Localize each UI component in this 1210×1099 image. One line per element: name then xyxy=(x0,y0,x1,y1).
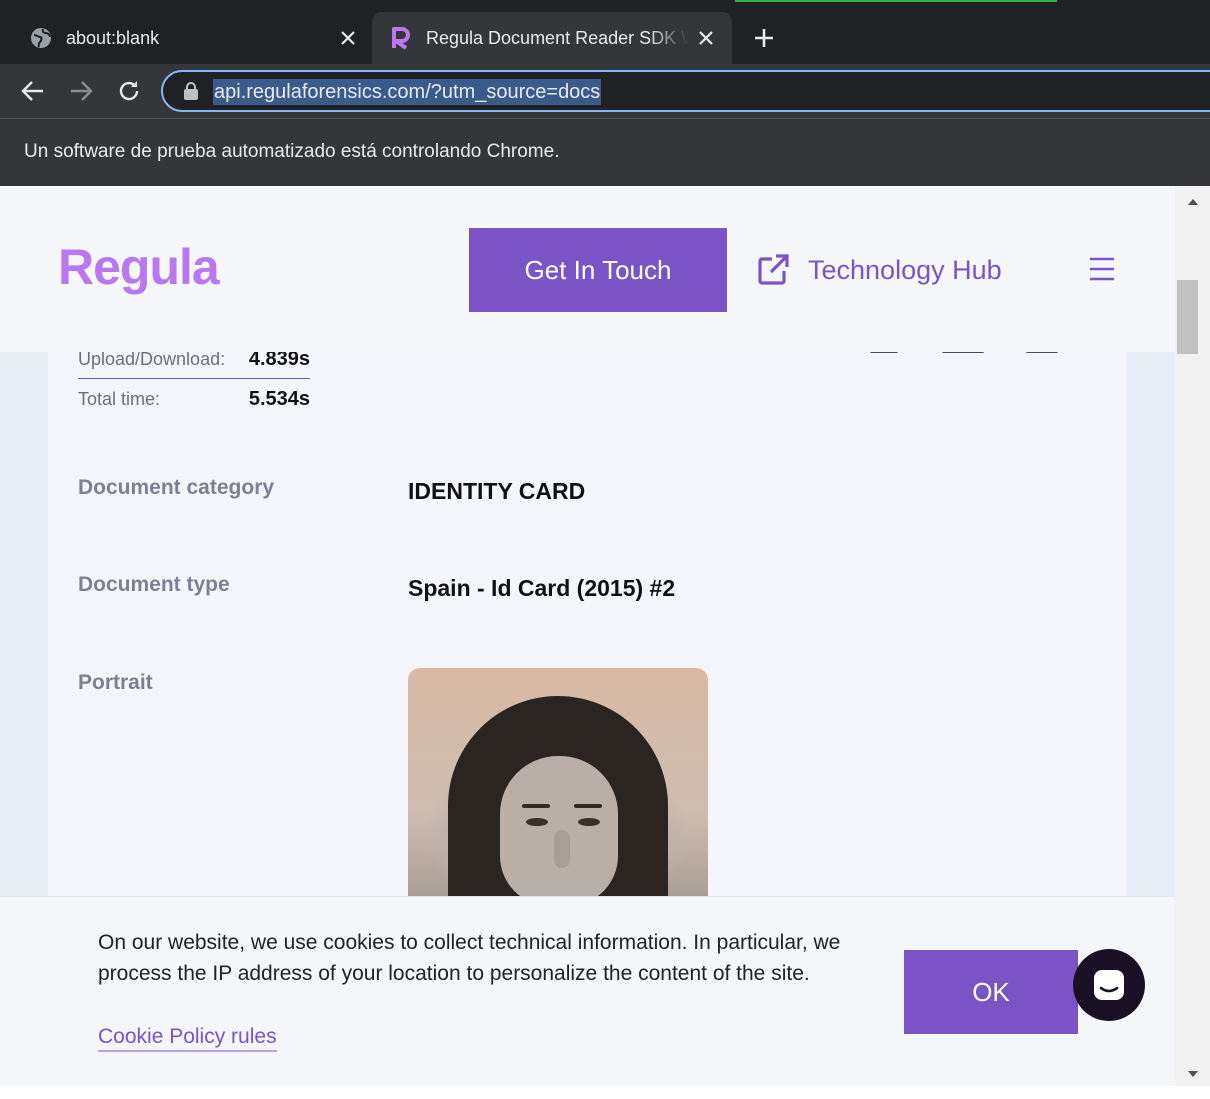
timing-label: Upload/Download: xyxy=(78,349,226,369)
close-icon[interactable] xyxy=(336,26,360,50)
site-header: Regula Get In Touch Technology Hub xyxy=(0,186,1175,352)
scroll-up-arrow-icon[interactable] xyxy=(1175,190,1210,214)
regula-favicon-icon xyxy=(390,27,412,50)
address-bar[interactable]: api.regulaforensics.com/?utm_source=docs xyxy=(161,70,1210,112)
cookie-banner: On our website, we use cookies to collec… xyxy=(0,896,1175,1086)
cookie-text: On our website, we use cookies to collec… xyxy=(98,931,841,985)
new-tab-plus-icon[interactable] xyxy=(750,24,778,52)
automation-infobar: Un software de prueba automatizado está … xyxy=(0,118,1210,186)
portrait-label: Portrait xyxy=(78,671,153,694)
portrait-image xyxy=(408,668,708,908)
tab-strip: about:blank Regula Document Reader SDK W… xyxy=(0,0,1210,64)
document-type-label: Document type xyxy=(78,573,230,596)
close-icon[interactable] xyxy=(694,26,718,50)
back-arrow-icon[interactable] xyxy=(18,76,48,106)
timing-value: 5.534s xyxy=(248,388,310,410)
chat-icon[interactable] xyxy=(1073,949,1145,1021)
reload-icon[interactable] xyxy=(114,76,144,106)
infobar-text: Un software de prueba automatizado está … xyxy=(24,141,560,162)
url-text[interactable]: api.regulaforensics.com/?utm_source=docs xyxy=(213,79,602,105)
tab-about-blank[interactable]: about:blank xyxy=(0,12,370,64)
forward-arrow-icon[interactable] xyxy=(66,76,96,106)
tab-title: Regula Document Reader SDK Web API xyxy=(426,27,688,48)
lock-icon[interactable] xyxy=(183,82,199,100)
timing-divider xyxy=(78,378,310,379)
technology-hub-link[interactable]: Technology Hub xyxy=(756,252,1002,288)
page-scrollbar[interactable] xyxy=(1175,186,1210,1086)
browser-toolbar: api.regulaforensics.com/?utm_source=docs xyxy=(0,64,1210,118)
cookie-ok-button[interactable]: OK xyxy=(904,950,1078,1034)
scrollbar-thumb[interactable] xyxy=(1177,280,1198,354)
technology-hub-label: Technology Hub xyxy=(808,254,1002,285)
document-category-label: Document category xyxy=(78,476,275,499)
tab-title: about:blank xyxy=(66,27,160,48)
scroll-down-arrow-icon[interactable] xyxy=(1175,1062,1210,1086)
loading-bar xyxy=(735,0,1057,2)
hamburger-menu-icon[interactable] xyxy=(1088,256,1116,282)
document-type-value: Spain - Id Card (2015) #2 xyxy=(408,575,676,601)
timing-total-row: Total time: 5.534s xyxy=(78,388,310,411)
page-content: Upload/Download: 4.839s Total time: 5.53… xyxy=(0,186,1175,1086)
globe-icon xyxy=(30,27,52,49)
browser-window: { "tabs": [ {"title": "about:blank", "ic… xyxy=(0,0,1210,1099)
cookie-policy-link[interactable]: Cookie Policy rules xyxy=(98,1025,277,1052)
document-category-value: IDENTITY CARD xyxy=(408,478,586,504)
regula-logo[interactable]: Regula xyxy=(58,238,220,296)
external-link-icon xyxy=(756,253,790,287)
tab-regula[interactable]: Regula Document Reader SDK Web API xyxy=(372,12,732,64)
get-in-touch-button[interactable]: Get In Touch xyxy=(469,228,727,312)
timing-label: Total time: xyxy=(78,389,161,409)
